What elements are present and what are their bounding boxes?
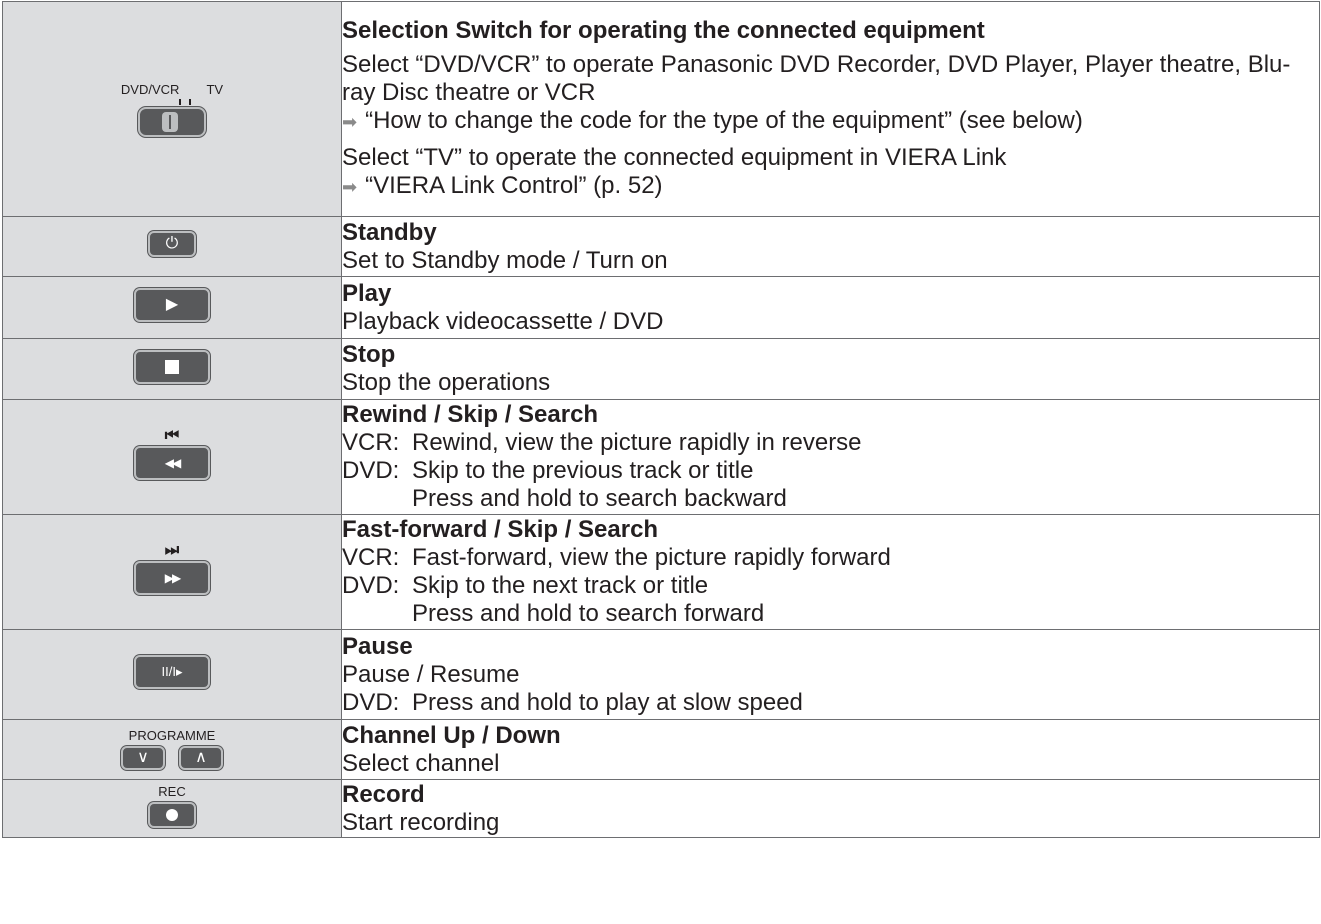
table-row: ⏭ ▶▶ Fast-forward / Skip / Search VCR: Fa… — [2, 514, 1320, 630]
programme-down-button[interactable]: ∨ — [121, 746, 165, 770]
row-text: Select channel — [342, 749, 500, 777]
row-title: Standby — [342, 218, 437, 246]
skip-next-icon: ⏭ — [164, 542, 180, 559]
table-row: Stop Stop the operations — [2, 338, 1320, 400]
row-title: Rewind / Skip / Search — [342, 401, 599, 428]
row-title: Record — [342, 780, 425, 808]
vcr-label: VCR: — [342, 429, 400, 456]
pause-slow-button[interactable]: II/I▸ — [134, 655, 210, 689]
dvd-text: Skip to the next track or title — [412, 572, 709, 599]
dvd-text: Press and hold to play at slow speed — [412, 688, 803, 716]
programme-label: PROGRAMME — [128, 728, 216, 743]
rewind-icon: ◀◀ — [164, 456, 181, 470]
tv-paragraph: Select “TV” to operate the connected equ… — [342, 144, 1007, 171]
dvd-vcr-tv-switch[interactable]: DVD/VCR TV — [121, 83, 223, 137]
play-icon: ▶ — [165, 296, 179, 313]
record-button[interactable] — [148, 801, 196, 828]
stop-icon — [165, 359, 179, 374]
row-title: Stop — [342, 341, 396, 368]
fast-forward-icon: ▶▶ — [164, 571, 181, 585]
dvd-text-hold: Press and hold to search forward — [412, 600, 765, 627]
switch-label-dvd-vcr: DVD/VCR — [120, 82, 180, 97]
pause-slow-icon: II/I▸ — [161, 664, 183, 679]
dvd-label: DVD: — [342, 572, 400, 599]
standby-button[interactable]: ⏻ — [148, 231, 196, 257]
rec-label: REC — [158, 783, 186, 799]
table-row: ⏻ Standby Set to Standby mode / Turn on — [2, 216, 1320, 277]
table-row: II/I▸ Pause Pause / Resume DVD: Press and… — [2, 629, 1320, 720]
row-title: Selection Switch for operating the conne… — [342, 17, 985, 44]
row-title: Channel Up / Down — [342, 721, 561, 749]
vcr-text: Fast-forward, view the picture rapidly f… — [412, 544, 891, 571]
rewind-button[interactable]: ◀◀ — [134, 446, 210, 480]
selection-switch-cell: DVD/VCR TV — [2, 1, 342, 217]
play-button[interactable]: ▶ — [134, 288, 210, 322]
dvd-vcr-paragraph: Select “DVD/VCR” to operate Panasonic DV… — [342, 51, 1291, 106]
dvd-text: Skip to the previous track or title — [412, 457, 754, 484]
stop-button[interactable] — [134, 349, 210, 384]
selection-switch-description: Selection Switch for operating the conne… — [341, 1, 1320, 217]
switch-body — [138, 107, 206, 137]
row-text: Stop the operations — [342, 369, 551, 396]
switch-knob — [162, 112, 178, 132]
switch-label-tv: TV — [206, 82, 224, 97]
table-row: REC Record Start recording — [2, 779, 1320, 838]
vcr-label: VCR: — [342, 544, 400, 571]
table-row: ▶ Play Playback videocassette / DVD — [2, 276, 1320, 339]
row-text: Set to Standby mode / Turn on — [342, 246, 668, 274]
table-row: DVD/VCR TV Selection Switch for operatin… — [2, 1, 1320, 217]
arrow-right-icon: ➡ — [342, 112, 358, 132]
row-text: Playback videocassette / DVD — [342, 307, 664, 335]
programme-up-button[interactable]: ∧ — [179, 746, 223, 770]
row-title: Pause — [342, 632, 413, 660]
row-title: Play — [342, 279, 392, 307]
dvd-label: DVD: — [342, 688, 400, 716]
dvd-label: DVD: — [342, 457, 400, 484]
row-text: Start recording — [342, 808, 500, 836]
table-row: PROGRAMME ∨ ∧ Channel Up / Down Select c… — [2, 719, 1320, 780]
record-icon — [166, 808, 178, 821]
vcr-text: Rewind, view the picture rapidly in reve… — [412, 429, 862, 456]
chevron-up-icon: ∧ — [195, 749, 207, 766]
fast-forward-button[interactable]: ▶▶ — [134, 561, 210, 595]
power-icon: ⏻ — [165, 235, 179, 252]
dvd-text-hold: Press and hold to search backward — [412, 485, 787, 512]
chevron-down-icon: ∨ — [137, 749, 149, 766]
skip-previous-icon: ⏮ — [164, 427, 180, 444]
remote-operations-table: DVD/VCR TV Selection Switch for operatin… — [2, 1, 1320, 838]
row-title: Fast-forward / Skip / Search — [342, 516, 659, 543]
table-row: ⏮ ◀◀ Rewind / Skip / Search VCR: Rewind, … — [2, 399, 1320, 515]
arrow-right-icon: ➡ — [342, 177, 358, 197]
viera-link-reference: ➡ “VIERA Link Control” (p. 52) — [342, 172, 663, 199]
dvd-code-reference: ➡ “How to change the code for the type of… — [342, 107, 1083, 134]
switch-position-marks — [121, 99, 223, 105]
row-text: Pause / Resume — [342, 660, 520, 688]
